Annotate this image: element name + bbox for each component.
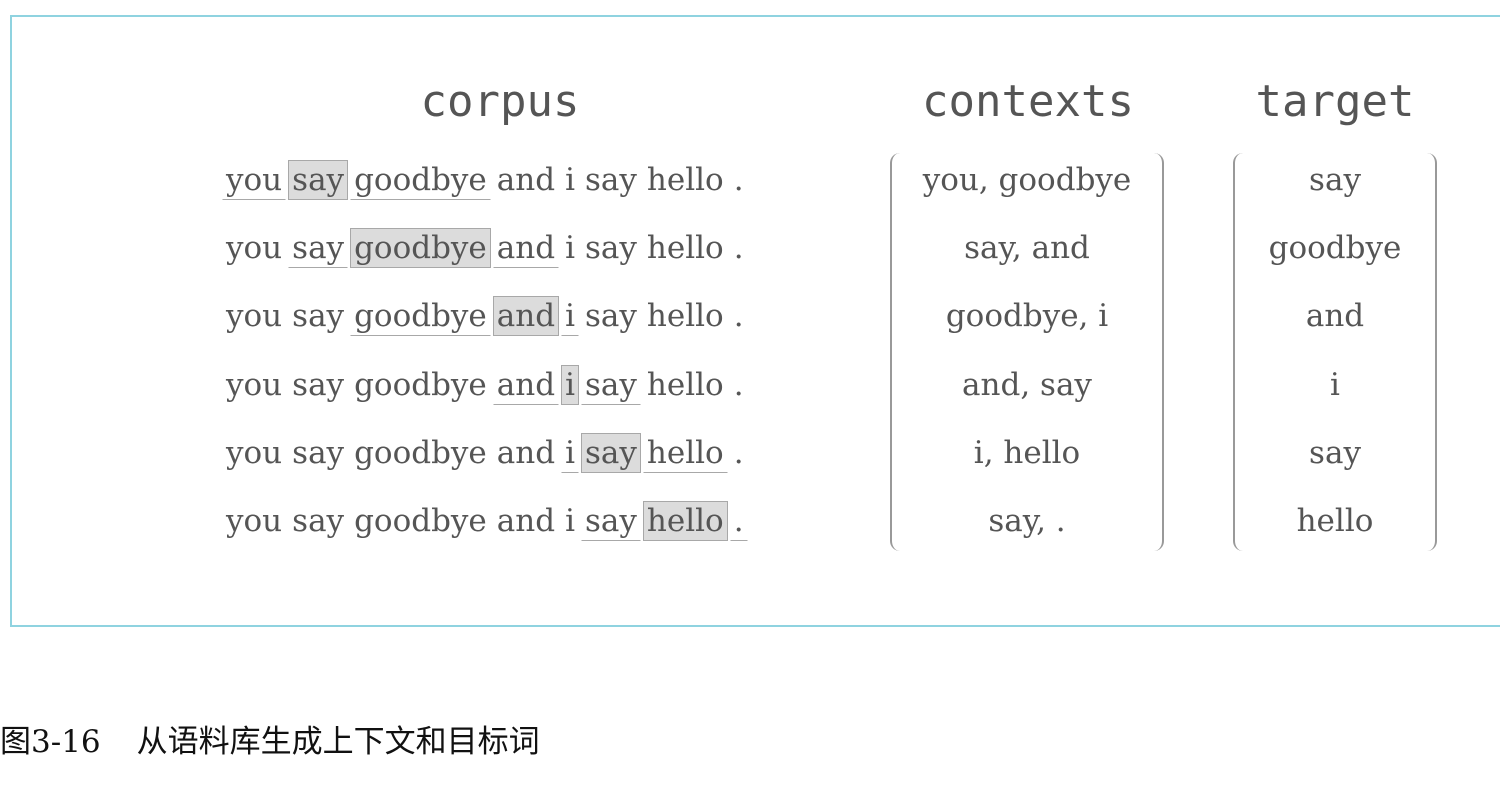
corpus-word: say <box>585 230 637 267</box>
corpus-word: you <box>226 298 283 335</box>
target-cell: hello <box>1296 503 1374 539</box>
corpus-word: say <box>292 503 345 539</box>
context-word: hello <box>642 433 728 473</box>
caption-text: 从语料库生成上下文和目标词 <box>136 724 540 760</box>
context-cell: you, goodbye <box>922 162 1132 198</box>
corpus-word: say <box>292 298 345 335</box>
corpus-row: you say goodbye and i say hello. <box>222 501 750 551</box>
target-cell: i <box>1330 366 1340 403</box>
corpus-word: i <box>565 230 575 267</box>
corpus-word: and <box>496 162 556 198</box>
context-word: goodbye <box>350 296 491 337</box>
context-word: say <box>288 228 349 269</box>
context-cell: say, and <box>964 230 1090 267</box>
corpus-word: and <box>496 503 556 539</box>
target-cell: goodbye <box>1268 230 1402 267</box>
corpus-word: i <box>565 162 575 198</box>
corpus-word: say <box>585 298 637 335</box>
corpus-heading: corpus <box>420 76 580 127</box>
corpus-word: you <box>226 366 283 403</box>
context-word: i <box>561 296 579 337</box>
corpus-word: hello <box>646 298 724 335</box>
contexts-matrix: you, goodbye say, and goodbye, i and, say i,… <box>890 151 1164 553</box>
context-word: goodbye <box>350 160 491 200</box>
corpus-row: you say goodbye and i say hello. <box>222 364 750 415</box>
context-word: say <box>581 365 641 405</box>
corpus-word: . <box>733 366 744 403</box>
corpus-word: you <box>226 434 283 471</box>
corpus-word: say <box>585 162 637 198</box>
corpus-row: you say goodbye and i say hello. <box>222 296 750 346</box>
corpus-word: goodbye <box>354 434 487 471</box>
corpus-word: i <box>565 503 575 539</box>
corpus-word: . <box>733 230 744 267</box>
context-word: you <box>222 160 287 200</box>
corpus-word: . <box>733 298 744 335</box>
contexts-heading: contexts <box>922 76 1134 127</box>
corpus-row: you say goodbye and i say hello. <box>222 432 750 483</box>
context-word: i <box>561 433 579 473</box>
context-word: say <box>581 501 641 541</box>
target-cell: say <box>1309 162 1361 198</box>
figure-caption: 图3-16 从语料库生成上下文和目标词 <box>0 716 540 761</box>
context-word: and <box>492 365 560 405</box>
context-cell: and, say <box>962 366 1092 403</box>
corpus-word: and <box>496 434 556 471</box>
target-word: say <box>581 432 641 473</box>
target-cell: say <box>1309 434 1361 471</box>
corpus-word: . <box>733 162 744 198</box>
target-heading: target <box>1255 76 1415 127</box>
context-cell: i, hello <box>973 434 1081 471</box>
target-word: and <box>492 296 560 337</box>
corpus-word: goodbye <box>354 503 487 539</box>
target-cell: and <box>1305 298 1365 335</box>
corpus-word: say <box>292 366 345 403</box>
corpus-word: say <box>292 434 345 471</box>
target-word: i <box>561 364 579 405</box>
corpus-word: you <box>226 503 283 539</box>
corpus-row: you say goodbye and i say hello. <box>222 228 750 278</box>
target-word: say <box>288 160 349 200</box>
context-word: and <box>492 228 560 269</box>
corpus-word: hello <box>646 230 724 267</box>
caption-label: 图3-16 <box>0 724 101 760</box>
target-matrix: say goodbye and i say hello <box>1233 151 1437 553</box>
corpus-word: hello <box>646 162 724 198</box>
target-word: hello <box>642 501 728 541</box>
corpus-word: hello <box>646 366 724 403</box>
corpus-word: you <box>226 230 283 267</box>
context-cell: say, . <box>988 503 1066 539</box>
corpus-row: you say goodbye and i say hello. <box>222 160 750 210</box>
target-word: goodbye <box>350 228 491 269</box>
context-cell: goodbye, i <box>945 298 1109 335</box>
corpus-word: . <box>733 434 744 471</box>
corpus-word: goodbye <box>354 366 487 403</box>
context-word: . <box>729 501 748 541</box>
